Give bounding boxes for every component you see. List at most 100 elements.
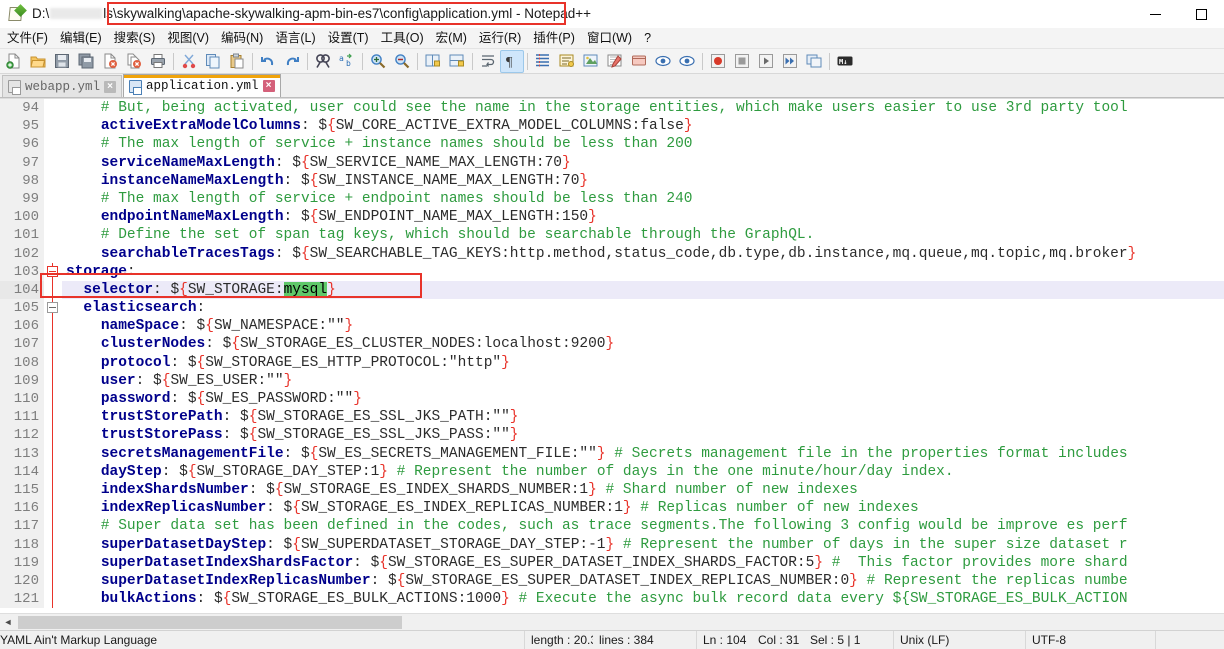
sync-vertical-icon[interactable] (421, 50, 445, 73)
fold-margin[interactable] (44, 117, 62, 136)
menu-settings[interactable]: 设置(T) (322, 29, 375, 48)
fold-margin[interactable] (44, 99, 62, 118)
zoom-in-icon[interactable] (366, 50, 390, 73)
code-line[interactable]: 118 superDatasetDayStep: ${SW_SUPERDATAS… (0, 535, 1224, 554)
new-file-icon[interactable] (2, 50, 26, 73)
show-nonprint-icon[interactable] (579, 50, 603, 73)
maximize-button[interactable] (1178, 0, 1224, 28)
zoom-out-icon[interactable] (390, 50, 414, 73)
close-file-icon[interactable] (98, 50, 122, 73)
record-macro-icon[interactable] (706, 50, 730, 73)
save-all-icon[interactable] (74, 50, 98, 73)
fold-margin[interactable] (44, 408, 62, 427)
fold-margin[interactable] (44, 371, 62, 390)
code-line[interactable]: 95 activeExtraModelColumns: ${SW_CORE_AC… (0, 117, 1224, 136)
code-text-area[interactable]: 94 # But, being activated, user could se… (0, 99, 1224, 613)
code-line[interactable]: 94 # But, being activated, user could se… (0, 99, 1224, 118)
code-line[interactable]: 98 instanceNameMaxLength: ${SW_INSTANCE_… (0, 171, 1224, 190)
code-line[interactable]: 107 clusterNodes: ${SW_STORAGE_ES_CLUSTE… (0, 335, 1224, 354)
fast-play-macro-icon[interactable] (778, 50, 802, 73)
redo-icon[interactable] (280, 50, 304, 73)
horizontal-scrollbar[interactable]: ◄ (0, 613, 1224, 630)
menu-encoding[interactable]: 编码(N) (215, 29, 269, 48)
monitoring-icon[interactable] (675, 50, 699, 73)
code-line[interactable]: 119 superDatasetIndexShardsFactor: ${SW_… (0, 553, 1224, 572)
fold-margin[interactable] (44, 280, 62, 300)
code-line[interactable]: 116 indexReplicasNumber: ${SW_STORAGE_ES… (0, 499, 1224, 518)
code-line[interactable]: 99 # The max length of service + endpoin… (0, 189, 1224, 209)
code-line[interactable]: 114 dayStep: ${SW_STORAGE_DAY_STEP:1} # … (0, 462, 1224, 481)
code-line[interactable]: 121 bulkActions: ${SW_STORAGE_ES_BULK_AC… (0, 590, 1224, 609)
menu-plugins[interactable]: 插件(P) (527, 29, 581, 48)
copy-icon[interactable] (201, 50, 225, 73)
menu-run[interactable]: 运行(R) (473, 29, 527, 48)
fold-margin[interactable] (44, 171, 62, 190)
code-line[interactable]: 117 # Super data set has been defined in… (0, 517, 1224, 536)
show-all-chars-icon[interactable]: ¶ (500, 49, 524, 73)
menu-macro[interactable]: 宏(M) (430, 29, 473, 48)
menu-view[interactable]: 视图(V) (161, 29, 215, 48)
menu-language[interactable]: 语言(L) (269, 29, 321, 48)
replace-icon[interactable]: ab (335, 50, 359, 73)
fold-margin[interactable] (44, 208, 62, 227)
fold-margin[interactable] (44, 189, 62, 209)
code-line[interactable]: 112 trustStorePass: ${SW_STORAGE_ES_SSL_… (0, 426, 1224, 445)
menu-file[interactable]: 文件(F) (1, 29, 54, 48)
fold-margin[interactable] (44, 353, 62, 372)
minimize-button[interactable] (1132, 0, 1178, 28)
fold-margin[interactable] (44, 317, 62, 336)
code-line[interactable]: 110 password: ${SW_ES_PASSWORD:""} (0, 390, 1224, 409)
editor-area[interactable]: 94 # But, being activated, user could se… (0, 98, 1224, 613)
fold-margin[interactable] (44, 571, 62, 591)
fold-margin[interactable] (44, 335, 62, 354)
markdown-icon[interactable]: M↓ (833, 50, 857, 73)
code-line[interactable]: 97 serviceNameMaxLength: ${SW_SERVICE_NA… (0, 153, 1224, 172)
fold-toggle-icon[interactable] (47, 265, 58, 277)
fold-margin[interactable] (44, 517, 62, 536)
user-language-icon[interactable] (555, 50, 579, 73)
code-line[interactable]: 96 # The max length of service + instanc… (0, 135, 1224, 154)
undo-icon[interactable] (256, 50, 280, 73)
paste-icon[interactable] (225, 50, 249, 73)
fold-margin[interactable] (44, 244, 62, 263)
code-line[interactable]: 115 indexShardsNumber: ${SW_STORAGE_ES_I… (0, 480, 1224, 500)
menu-search[interactable]: 搜索(S) (108, 29, 162, 48)
code-line[interactable]: 102 searchableTracesTags: ${SW_SEARCHABL… (0, 244, 1224, 263)
find-icon[interactable] (311, 50, 335, 73)
menu-edit[interactable]: 编辑(E) (54, 29, 108, 48)
indent-guide-icon[interactable] (531, 50, 555, 73)
tab-application-yml[interactable]: application.yml × (123, 74, 281, 97)
fold-margin[interactable] (44, 590, 62, 609)
code-line[interactable]: 113 secretsManagementFile: ${SW_ES_SECRE… (0, 444, 1224, 463)
cut-icon[interactable] (177, 50, 201, 73)
word-wrap-icon[interactable] (476, 50, 500, 73)
close-icon[interactable]: × (104, 80, 117, 93)
play-macro-icon[interactable] (754, 50, 778, 73)
document-map-icon[interactable] (603, 50, 627, 73)
code-line[interactable]: 104 selector: ${SW_STORAGE:mysql} (0, 280, 1224, 300)
fold-margin[interactable] (44, 553, 62, 572)
code-line[interactable]: 109 user: ${SW_ES_USER:""} (0, 371, 1224, 390)
close-all-icon[interactable] (122, 50, 146, 73)
sync-horizontal-icon[interactable] (445, 50, 469, 73)
horizontal-scroll-thumb[interactable] (18, 615, 402, 629)
code-line[interactable]: 105 elasticsearch: (0, 299, 1224, 318)
fold-margin[interactable] (44, 480, 62, 500)
fold-margin[interactable] (44, 535, 62, 554)
fold-margin[interactable] (44, 499, 62, 518)
menu-help[interactable]: ? (638, 29, 657, 48)
stop-macro-icon[interactable] (730, 50, 754, 73)
code-line[interactable]: 100 endpointNameMaxLength: ${SW_ENDPOINT… (0, 208, 1224, 227)
save-icon[interactable] (50, 50, 74, 73)
fold-margin[interactable] (44, 135, 62, 154)
folder-as-workspace-icon[interactable] (651, 50, 675, 73)
fold-margin[interactable] (44, 426, 62, 445)
fold-margin[interactable] (44, 262, 62, 281)
code-line[interactable]: 101 # Define the set of span tag keys, w… (0, 226, 1224, 245)
print-icon[interactable] (146, 50, 170, 73)
fold-margin[interactable] (44, 226, 62, 245)
code-line[interactable]: 111 trustStorePath: ${SW_STORAGE_ES_SSL_… (0, 408, 1224, 427)
fold-margin[interactable] (44, 153, 62, 172)
function-list-icon[interactable] (627, 50, 651, 73)
code-line[interactable]: 108 protocol: ${SW_STORAGE_ES_HTTP_PROTO… (0, 353, 1224, 372)
